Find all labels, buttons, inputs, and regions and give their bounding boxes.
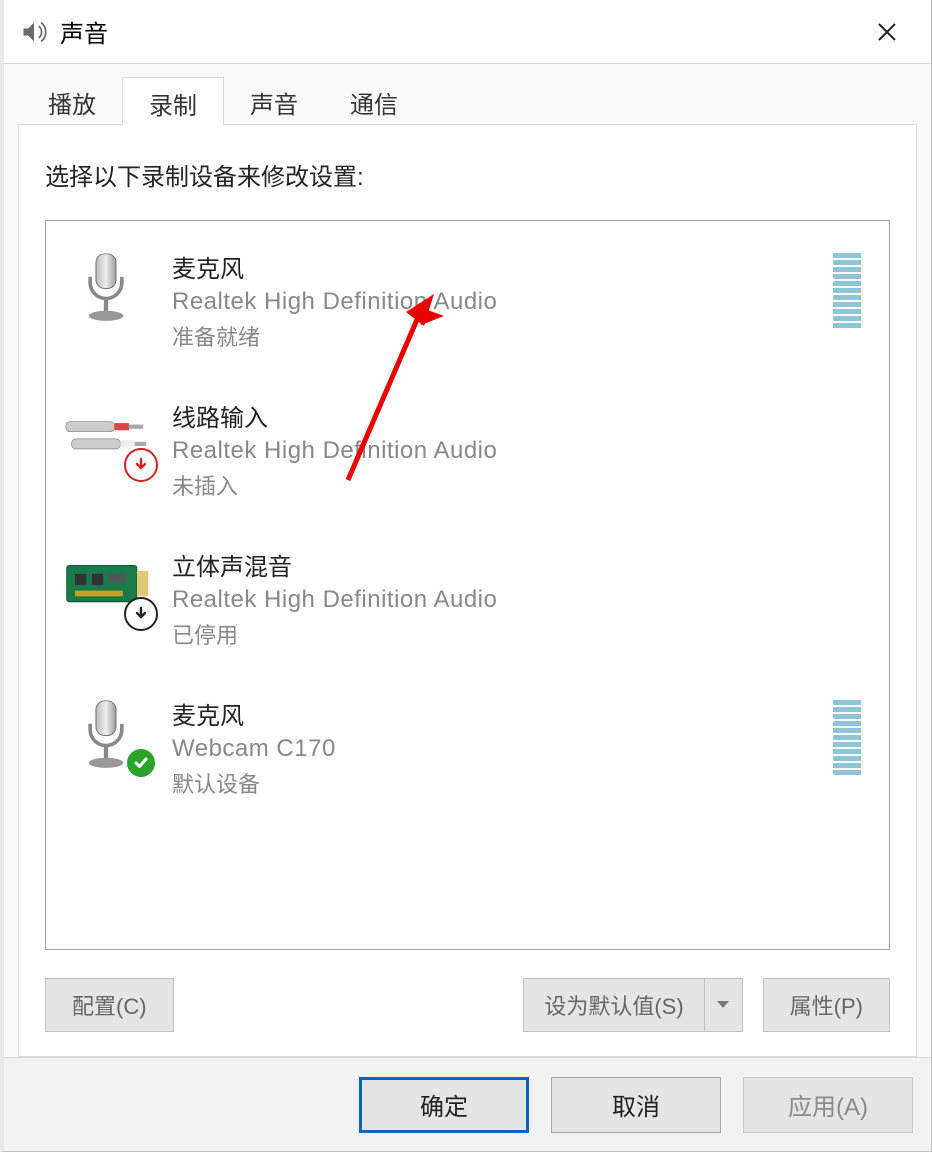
device-row[interactable]: 麦克风 Realtek High Definition Audio 准备就绪	[46, 233, 889, 382]
device-row[interactable]: 麦克风 Webcam C170 默认设备	[46, 680, 889, 829]
set-default-button[interactable]: 设为默认值(S)	[523, 978, 742, 1032]
cancel-button[interactable]: 取消	[551, 1077, 721, 1133]
level-meter	[833, 700, 861, 775]
stereo-mix-icon	[60, 545, 152, 625]
configure-label: 配置(C)	[72, 989, 147, 1021]
tabs: 播放 录制 声音 通信	[22, 76, 917, 124]
level-meter	[833, 253, 861, 328]
device-name: 麦克风	[172, 696, 813, 731]
content-area: 播放 录制 声音 通信 选择以下录制设备来修改设置:	[4, 64, 931, 1057]
configure-button[interactable]: 配置(C)	[45, 978, 174, 1032]
tab-sounds[interactable]: 声音	[224, 77, 324, 125]
default-badge-icon	[124, 746, 158, 780]
microphone-icon	[60, 247, 152, 327]
sound-icon	[20, 18, 48, 46]
recording-panel: 选择以下录制设备来修改设置: 麦克风 Realt	[18, 124, 917, 1057]
sound-dialog: 声音 播放 录制 声音 通信 选择以下录制设备来修改设置:	[0, 0, 932, 1152]
device-driver: Realtek High Definition Audio	[172, 586, 865, 614]
set-default-dropdown[interactable]	[704, 979, 742, 1031]
dialog-button-bar: 确定 取消 应用(A)	[4, 1057, 931, 1151]
ok-label: 确定	[420, 1087, 468, 1122]
disabled-badge-icon	[124, 597, 158, 631]
device-info: 立体声混音 Realtek High Definition Audio 已停用	[172, 545, 865, 650]
tab-playback[interactable]: 播放	[22, 77, 122, 125]
device-name: 麦克风	[172, 249, 813, 284]
close-button[interactable]	[859, 12, 915, 52]
titlebar: 声音	[4, 0, 931, 64]
device-name: 线路输入	[172, 398, 865, 433]
device-status: 未插入	[172, 469, 865, 501]
device-info: 线路输入 Realtek High Definition Audio 未插入	[172, 396, 865, 501]
window-title: 声音	[60, 14, 859, 49]
tab-recording[interactable]: 录制	[122, 77, 224, 125]
device-info: 麦克风 Realtek High Definition Audio 准备就绪	[172, 247, 813, 352]
device-name: 立体声混音	[172, 547, 865, 582]
device-status: 准备就绪	[172, 320, 813, 352]
apply-label: 应用(A)	[788, 1087, 868, 1122]
tab-communications[interactable]: 通信	[324, 77, 424, 125]
cancel-label: 取消	[612, 1087, 660, 1122]
device-driver: Realtek High Definition Audio	[172, 288, 813, 316]
device-status: 默认设备	[172, 767, 813, 799]
microphone-icon	[60, 694, 152, 774]
device-list[interactable]: 麦克风 Realtek High Definition Audio 准备就绪	[45, 220, 890, 950]
chevron-down-icon	[716, 1000, 730, 1010]
panel-button-row: 配置(C) 设为默认值(S) 属性(P)	[45, 978, 890, 1032]
device-info: 麦克风 Webcam C170 默认设备	[172, 694, 813, 799]
device-driver: Webcam C170	[172, 735, 813, 763]
device-driver: Realtek High Definition Audio	[172, 437, 865, 465]
device-row[interactable]: 线路输入 Realtek High Definition Audio 未插入	[46, 382, 889, 531]
unplugged-badge-icon	[124, 448, 158, 482]
device-status: 已停用	[172, 618, 865, 650]
properties-button[interactable]: 属性(P)	[763, 978, 890, 1032]
set-default-label: 设为默认值(S)	[544, 989, 683, 1021]
line-in-icon	[60, 396, 152, 476]
ok-button[interactable]: 确定	[359, 1077, 529, 1133]
apply-button[interactable]: 应用(A)	[743, 1077, 913, 1133]
panel-instructions: 选择以下录制设备来修改设置:	[45, 157, 890, 192]
device-row[interactable]: 立体声混音 Realtek High Definition Audio 已停用	[46, 531, 889, 680]
properties-label: 属性(P)	[790, 989, 863, 1021]
